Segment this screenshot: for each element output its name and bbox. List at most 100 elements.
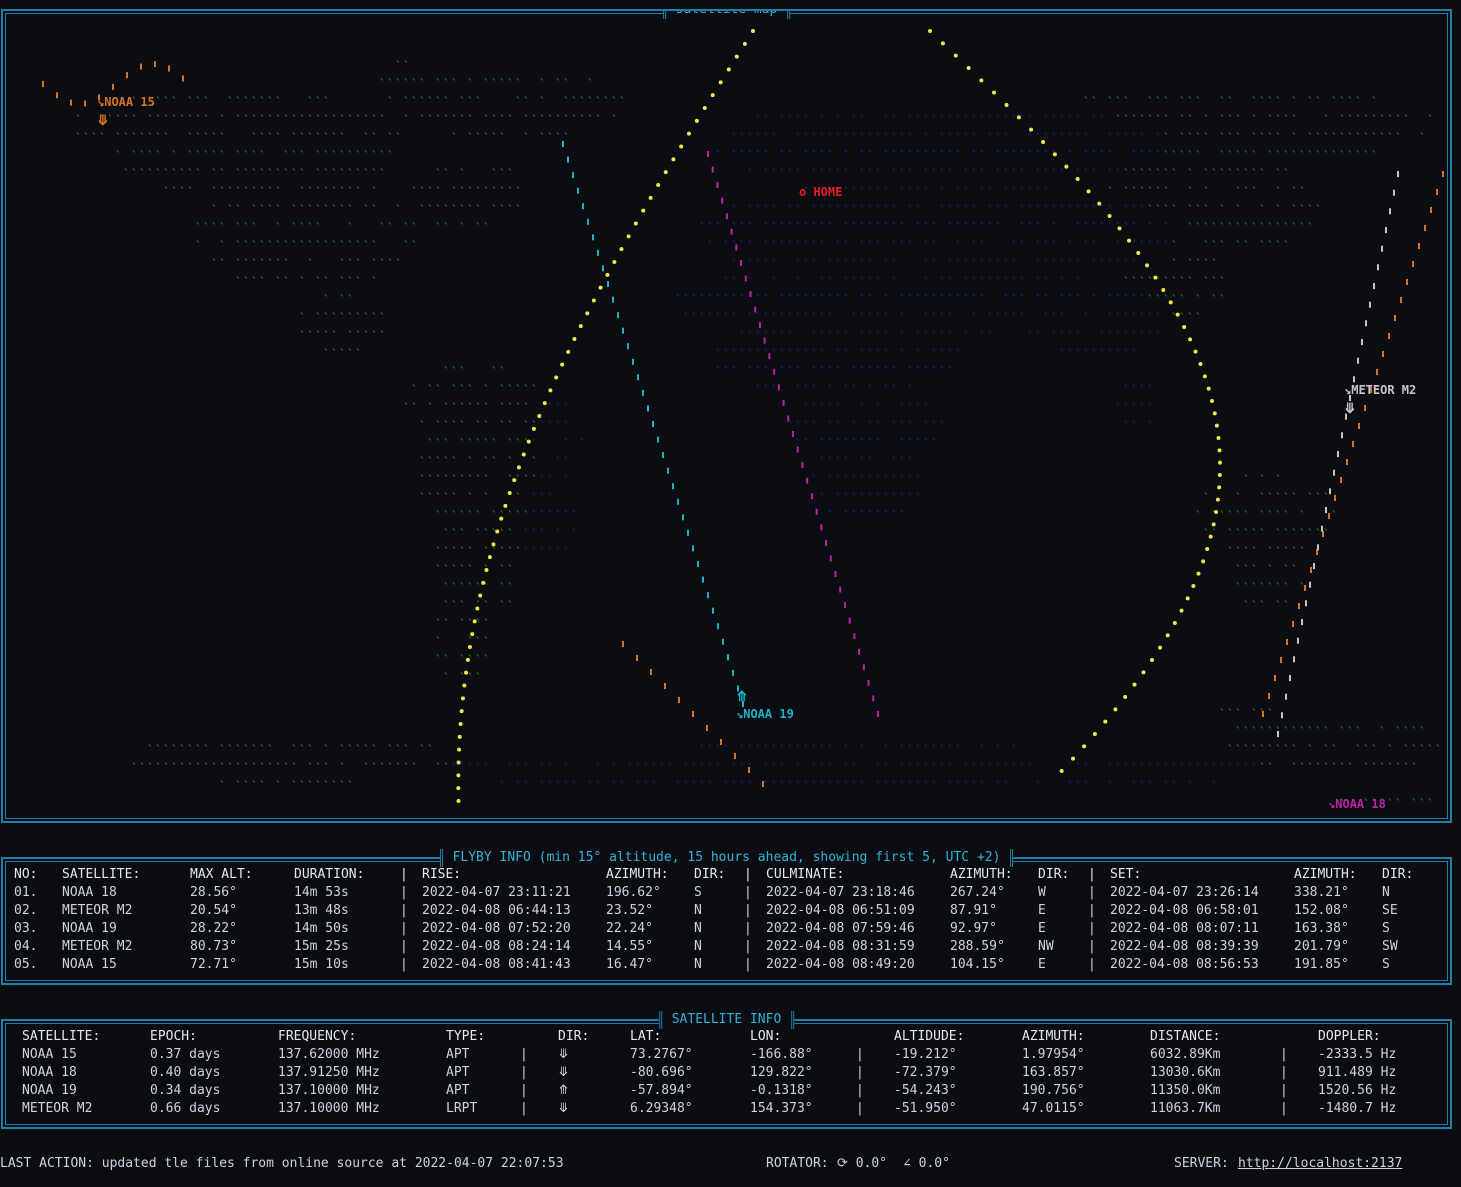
map-land-glyph: ` <box>403 221 410 234</box>
map-land-glyph: ` <box>835 455 842 468</box>
map-land-glyph: ` <box>219 113 226 126</box>
map-land-glyph: ` <box>1291 95 1298 108</box>
map-land-glyph: ` <box>1179 275 1186 288</box>
map-land-glyph: ` <box>427 185 434 198</box>
map-land-glyph: ` <box>195 131 202 144</box>
map-land-glyph: ` <box>939 113 946 126</box>
map-land-glyph: ` <box>547 761 554 774</box>
map-land-glyph: ` <box>971 275 978 288</box>
map-land-glyph: ` <box>515 203 522 216</box>
map-land-glyph: ` <box>1267 761 1274 774</box>
map-land-glyph: ` <box>1387 761 1394 774</box>
map-land-glyph: ` <box>819 401 826 414</box>
map-land-glyph: ` <box>827 761 834 774</box>
map-land-glyph: ` <box>1043 113 1050 126</box>
map-land-glyph: ` <box>811 131 818 144</box>
map-land-glyph: ` <box>203 761 210 774</box>
flyby-cell: 2022-04-08 08:41:43 <box>422 957 571 972</box>
map-land-glyph: ` <box>1283 581 1290 594</box>
map-land-glyph: ` <box>435 95 442 108</box>
map-land-glyph: ` <box>1091 113 1098 126</box>
sun-track-dot <box>656 183 661 187</box>
map-land-glyph: ` <box>235 149 242 162</box>
map-land-glyph: ` <box>1027 149 1034 162</box>
map-land-glyph: ` <box>267 131 274 144</box>
map-land-glyph: ` <box>899 437 906 450</box>
map-land-glyph: ` <box>299 311 306 324</box>
column-separator: | <box>856 1101 864 1116</box>
flyby-cell: N <box>694 939 702 954</box>
map-land-glyph: ` <box>979 239 986 252</box>
map-land-glyph: ` <box>1315 95 1322 108</box>
map-land-glyph: ` <box>763 383 770 396</box>
flyby-cell: DURATION: <box>294 867 365 882</box>
map-land-glyph: ` <box>1003 761 1010 774</box>
map-land-glyph: ` <box>555 455 562 468</box>
map-land-glyph: ` <box>1339 131 1346 144</box>
map-land-glyph: ` <box>1123 293 1130 306</box>
sun-track-dot <box>472 619 477 624</box>
sun-track-dot <box>742 41 747 46</box>
satellite-label-noaa18[interactable]: ↘NOAA 18 <box>1328 797 1386 811</box>
map-land-glyph: ` <box>1019 113 1026 126</box>
map-land-glyph: ` <box>851 491 858 504</box>
map-land-glyph: ` <box>947 293 954 306</box>
sun-track-dot <box>1029 127 1034 132</box>
map-land-glyph: ` <box>1083 221 1090 234</box>
map-land-glyph: ` <box>275 761 282 774</box>
map-land-glyph: ` <box>1395 131 1402 144</box>
map-land-glyph: ` <box>1259 131 1266 144</box>
map-land-glyph: ` <box>891 113 898 126</box>
map-land-glyph: ` <box>1003 275 1010 288</box>
sun-track-dot <box>458 722 463 726</box>
map-land-glyph: ` <box>1075 131 1082 144</box>
sun-track-dot <box>516 465 521 470</box>
sun-track-dot <box>585 311 590 316</box>
map-land-glyph: ` <box>819 329 826 342</box>
map-land-glyph: ` <box>723 347 730 360</box>
satellite-label-noaa19[interactable]: ↘NOAA 19 <box>736 707 794 721</box>
map-land-glyph: ` <box>131 167 138 180</box>
map-land-glyph: ` <box>771 743 778 756</box>
map-land-glyph: ` <box>1035 131 1042 144</box>
map-land-glyph: ` <box>923 221 930 234</box>
map-land-glyph: ` <box>803 743 810 756</box>
satellite-label-noaa15[interactable]: ↘NOAA 15 <box>97 95 155 109</box>
map-land-glyph: ` <box>331 329 338 342</box>
map-land-glyph: ` <box>795 743 802 756</box>
map-land-glyph: ` <box>1275 203 1282 216</box>
map-land-glyph: ` <box>1059 347 1066 360</box>
map-land-glyph: ` <box>467 131 474 144</box>
map-land-glyph: ` <box>787 221 794 234</box>
map-land-glyph: ` <box>443 167 450 180</box>
map-land-glyph: ` <box>1243 545 1250 558</box>
flyby-cell: DIR: <box>1382 867 1414 882</box>
map-land-glyph: ` <box>331 185 338 198</box>
map-land-glyph: ` <box>539 545 546 558</box>
map-land-glyph: ` <box>755 149 762 162</box>
map-land-glyph: ` <box>139 761 146 774</box>
map-land-glyph: ` <box>395 77 402 90</box>
map-land-glyph: ` <box>1219 131 1226 144</box>
map-land-glyph: ` <box>1187 131 1194 144</box>
map-land-glyph: ` <box>563 509 570 522</box>
map-land-glyph: ` <box>899 293 906 306</box>
map-land-glyph: ` <box>499 113 506 126</box>
map-land-glyph: ` <box>155 761 162 774</box>
map-land-glyph: ` <box>155 113 162 126</box>
map-land-glyph: ` <box>1107 347 1114 360</box>
map-land-glyph: ` <box>947 221 954 234</box>
flyby-cell: SE <box>1382 903 1398 918</box>
map-land-glyph: ` <box>563 437 570 450</box>
map-land-glyph: ` <box>915 203 922 216</box>
map-land-glyph: ` <box>747 365 754 378</box>
server-url-link[interactable]: http://localhost:2137 <box>1238 1154 1402 1174</box>
satellite-label-meteor-m2[interactable]: ↘METEOR M2 <box>1344 383 1416 397</box>
map-land-glyph: ` <box>155 167 162 180</box>
map-land-glyph: ` <box>1123 401 1130 414</box>
map-land-glyph: ` <box>939 131 946 144</box>
map-land-glyph: ` <box>819 761 826 774</box>
map-land-glyph: ` <box>283 257 290 270</box>
column-separator: | <box>1280 1083 1288 1098</box>
map-land-glyph: ` <box>1179 95 1186 108</box>
